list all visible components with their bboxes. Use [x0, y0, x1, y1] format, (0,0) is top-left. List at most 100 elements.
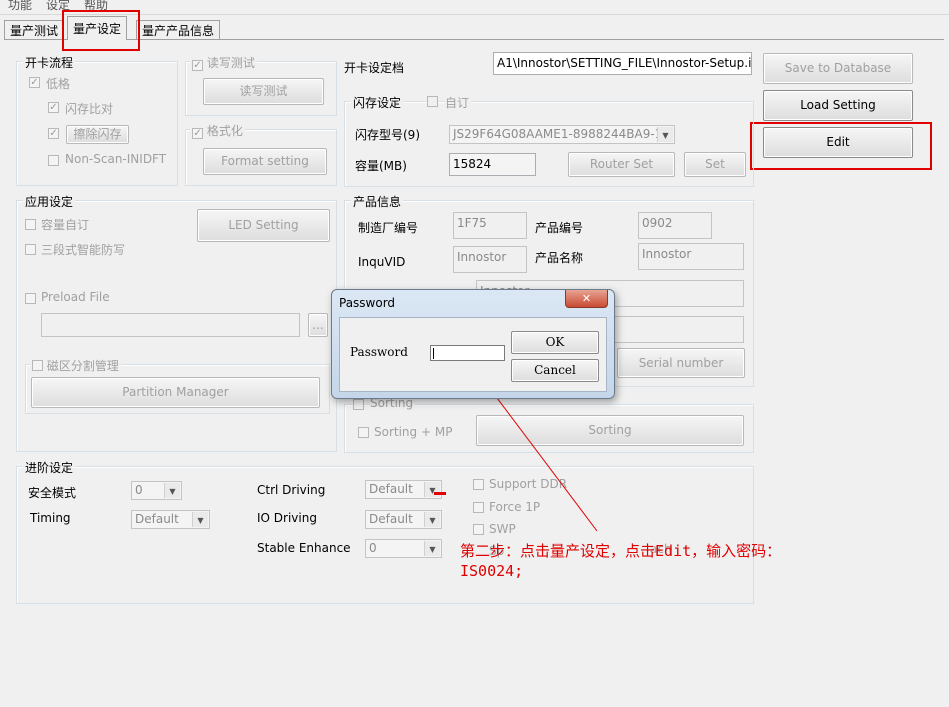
tab-mp-product-info[interactable]: 量产产品信息: [136, 20, 221, 40]
browse-button[interactable]: ...: [308, 313, 328, 337]
capacity-custom-checkbox[interactable]: [25, 219, 36, 230]
dialog-title: Password: [339, 296, 396, 310]
erase-flash-button[interactable]: 擦除闪存: [66, 125, 129, 144]
highlight-edit-box: [750, 122, 932, 170]
preload-file-path-field[interactable]: [41, 313, 300, 337]
annotation-text: 第二步：点击量产设定，点击Edit，输入密码： IS0024;: [460, 541, 781, 581]
setting-file-label: 开卡设定档: [344, 61, 405, 75]
product-id-label: 产品编号: [535, 221, 584, 235]
chevron-down-icon: ▼: [192, 512, 208, 527]
preload-file-label: Preload File: [41, 290, 110, 304]
chevron-down-icon: ▼: [424, 541, 440, 556]
support-ddr-checkbox[interactable]: [473, 479, 484, 490]
three-stage-label: 三段式智能防写: [41, 243, 126, 257]
tab-panel-border: [4, 39, 944, 40]
group-card-flow-title: 开卡流程: [23, 54, 76, 71]
sorting-button[interactable]: Sorting: [476, 415, 744, 446]
menu-separator: [0, 14, 949, 15]
sorting-mp-label: Sorting + MP: [374, 425, 453, 439]
security-mode-label: 安全模式: [28, 486, 77, 500]
inquvid-field[interactable]: Innostor: [453, 246, 527, 273]
partition-checkbox[interactable]: [32, 360, 43, 371]
low-format-label: 低格: [46, 77, 71, 91]
menu-function[interactable]: 功能: [8, 0, 32, 13]
io-driving-select[interactable]: Default ▼: [365, 510, 442, 529]
security-mode-select[interactable]: 0 ▼: [131, 481, 182, 500]
chevron-down-icon: ▼: [424, 512, 440, 527]
rw-test-title: ✓ 读写测试: [190, 54, 257, 71]
inquvid-label: InquVID: [358, 255, 406, 269]
erase-flash-checkbox[interactable]: ✓: [48, 128, 59, 139]
non-scan-label: Non-Scan-INIDFT: [65, 152, 167, 166]
format-setting-button[interactable]: Format setting: [203, 148, 327, 175]
flash-custom-checkbox[interactable]: [427, 96, 438, 107]
timing-label: Timing: [30, 511, 71, 525]
setting-file-path-field[interactable]: A1\Innostor\SETTING_FILE\Innostor-Setup.…: [493, 52, 752, 75]
rw-test-checkbox[interactable]: ✓: [192, 60, 203, 71]
group-card-flow: 开卡流程: [16, 54, 178, 186]
vendor-id-label: 制造厂编号: [358, 221, 419, 235]
password-input[interactable]: [430, 345, 505, 361]
close-icon: ✕: [581, 292, 592, 305]
low-format-checkbox[interactable]: ✓: [29, 77, 40, 88]
preload-file-checkbox[interactable]: [25, 293, 36, 304]
io-driving-label: IO Driving: [257, 511, 317, 525]
vendor-id-field[interactable]: 1F75: [453, 212, 527, 239]
sorting-mp-checkbox[interactable]: [358, 427, 369, 438]
timing-select[interactable]: Default ▼: [131, 510, 210, 529]
dialog-body: Password OK Cancel: [339, 317, 607, 392]
red-marker: [434, 492, 446, 495]
support-ddr-label: Support DDR: [489, 477, 568, 491]
led-setting-button[interactable]: LED Setting: [197, 209, 330, 242]
password-dialog: Password ✕ Password OK Cancel: [331, 289, 615, 399]
partition-title: 磁区分割管理: [30, 357, 121, 374]
set-button[interactable]: Set: [684, 152, 746, 177]
force-1p-checkbox[interactable]: [473, 502, 484, 513]
capacity-custom-label: 容量自订: [41, 218, 90, 232]
format-title: ✓ 格式化: [190, 122, 245, 139]
flash-compare-checkbox[interactable]: ✓: [48, 102, 59, 113]
product-name-label: 产品名称: [535, 251, 584, 265]
stable-enhance-select[interactable]: 0 ▼: [365, 539, 442, 558]
flash-type-select[interactable]: JS29F64G08AAME1-8988244BA9-1 ▼: [449, 125, 675, 144]
rw-test-button[interactable]: 读写测试: [203, 78, 324, 105]
dialog-close-button[interactable]: ✕: [565, 290, 608, 308]
three-stage-checkbox[interactable]: [25, 244, 36, 255]
flash-type-label: 闪存型号(9): [355, 128, 420, 142]
chevron-down-icon: ▼: [657, 127, 673, 142]
menu-bar: 功能 设定 帮助: [0, 0, 949, 13]
ctrl-driving-select[interactable]: Default ▼: [365, 480, 442, 499]
stable-enhance-label: Stable Enhance: [257, 541, 351, 555]
chevron-down-icon: ▼: [164, 483, 180, 498]
capacity-field[interactable]: 15824: [449, 153, 536, 176]
capacity-label: 容量(MB): [355, 159, 407, 173]
tab-mp-test[interactable]: 量产测试: [4, 20, 65, 40]
product-info-title: 产品信息: [351, 193, 404, 210]
ok-button[interactable]: OK: [511, 331, 599, 354]
format-checkbox[interactable]: ✓: [192, 128, 203, 139]
app-settings-title: 应用设定: [23, 193, 76, 210]
non-scan-checkbox[interactable]: [48, 155, 59, 166]
annotation-line-2: IS0024;: [460, 562, 524, 580]
text-cursor: [433, 348, 434, 359]
password-label: Password: [350, 345, 408, 359]
swp-label: SWP: [489, 522, 516, 536]
swp-checkbox[interactable]: [473, 524, 484, 535]
save-to-database-button[interactable]: Save to Database: [763, 53, 913, 84]
serial-number-button[interactable]: Serial number: [617, 348, 745, 378]
product-name-field[interactable]: Innostor: [638, 243, 744, 270]
cancel-button[interactable]: Cancel: [511, 359, 599, 382]
flash-compare-label: 闪存比对: [65, 102, 114, 116]
force-1p-label: Force 1P: [489, 500, 541, 514]
advanced-title: 进阶设定: [23, 459, 76, 476]
router-set-button[interactable]: Router Set: [568, 152, 675, 177]
flash-settings-title: 闪存设定: [351, 94, 404, 111]
partition-manager-button[interactable]: Partition Manager: [31, 377, 320, 408]
tab-mp-settings[interactable]: 量产设定: [67, 16, 128, 40]
annotation-line-1: 第二步：点击量产设定，点击Edit，输入密码：: [460, 542, 782, 560]
ctrl-driving-label: Ctrl Driving: [257, 483, 326, 497]
flash-custom-label: 自订: [445, 94, 472, 111]
product-id-field[interactable]: 0902: [638, 212, 712, 239]
load-setting-button[interactable]: Load Setting: [763, 90, 913, 121]
sorting-checkbox[interactable]: [353, 399, 364, 410]
